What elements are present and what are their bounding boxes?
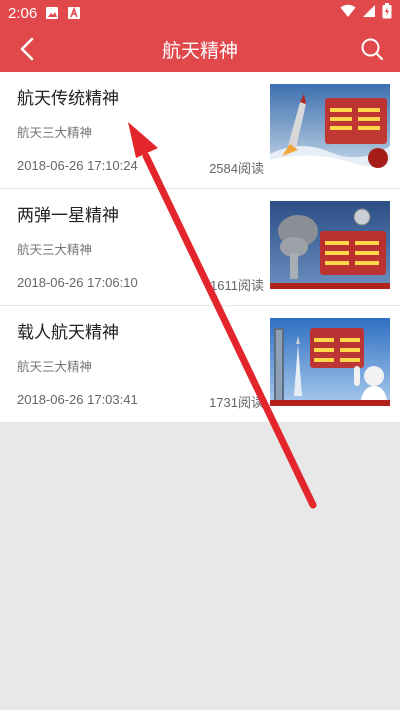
app-header: 航天精神	[0, 26, 400, 72]
article-read-count: 1611阅读	[210, 278, 264, 293]
article-date: 2018-06-26 17:03:41	[17, 392, 138, 407]
article-item[interactable]: 航天传统精神 航天三大精神 2018-06-26 17:10:24 2584阅读	[0, 72, 400, 189]
article-thumbnail	[270, 201, 390, 289]
status-time: 2:06	[8, 4, 38, 22]
article-item[interactable]: 载人航天精神 航天三大精神 2018-06-26 17:03:41 1731阅读	[0, 306, 400, 423]
search-button[interactable]	[358, 35, 386, 63]
article-read-count: 1731阅读	[209, 395, 264, 410]
signal-icon	[362, 4, 376, 22]
article-date: 2018-06-26 17:06:10	[17, 275, 138, 290]
article-title: 载人航天精神	[17, 323, 119, 343]
article-read-count: 2584阅读	[209, 161, 264, 176]
chevron-left-icon	[20, 37, 34, 61]
search-icon	[361, 38, 384, 61]
wifi-icon	[340, 4, 356, 22]
article-subtitle: 航天三大精神	[17, 359, 93, 374]
back-button[interactable]	[14, 36, 40, 62]
battery-icon	[382, 3, 392, 23]
article-list: 航天传统精神 航天三大精神 2018-06-26 17:10:24 2584阅读	[0, 72, 400, 423]
article-subtitle: 航天三大精神	[17, 125, 93, 140]
page-title: 航天精神	[161, 39, 238, 62]
image-icon	[45, 6, 59, 20]
article-date: 2018-06-26 17:10:24	[17, 158, 138, 173]
article-title: 两弹一星精神	[17, 206, 119, 226]
article-title: 航天传统精神	[17, 89, 119, 109]
article-item[interactable]: 两弹一星精神 航天三大精神 2018-06-26 17:06:10 1611阅读	[0, 189, 400, 306]
font-icon	[67, 6, 81, 20]
article-thumbnail	[270, 84, 390, 172]
article-subtitle: 航天三大精神	[17, 242, 93, 257]
empty-area	[0, 423, 400, 710]
article-thumbnail	[270, 318, 390, 406]
status-bar: 2:06	[0, 0, 400, 26]
